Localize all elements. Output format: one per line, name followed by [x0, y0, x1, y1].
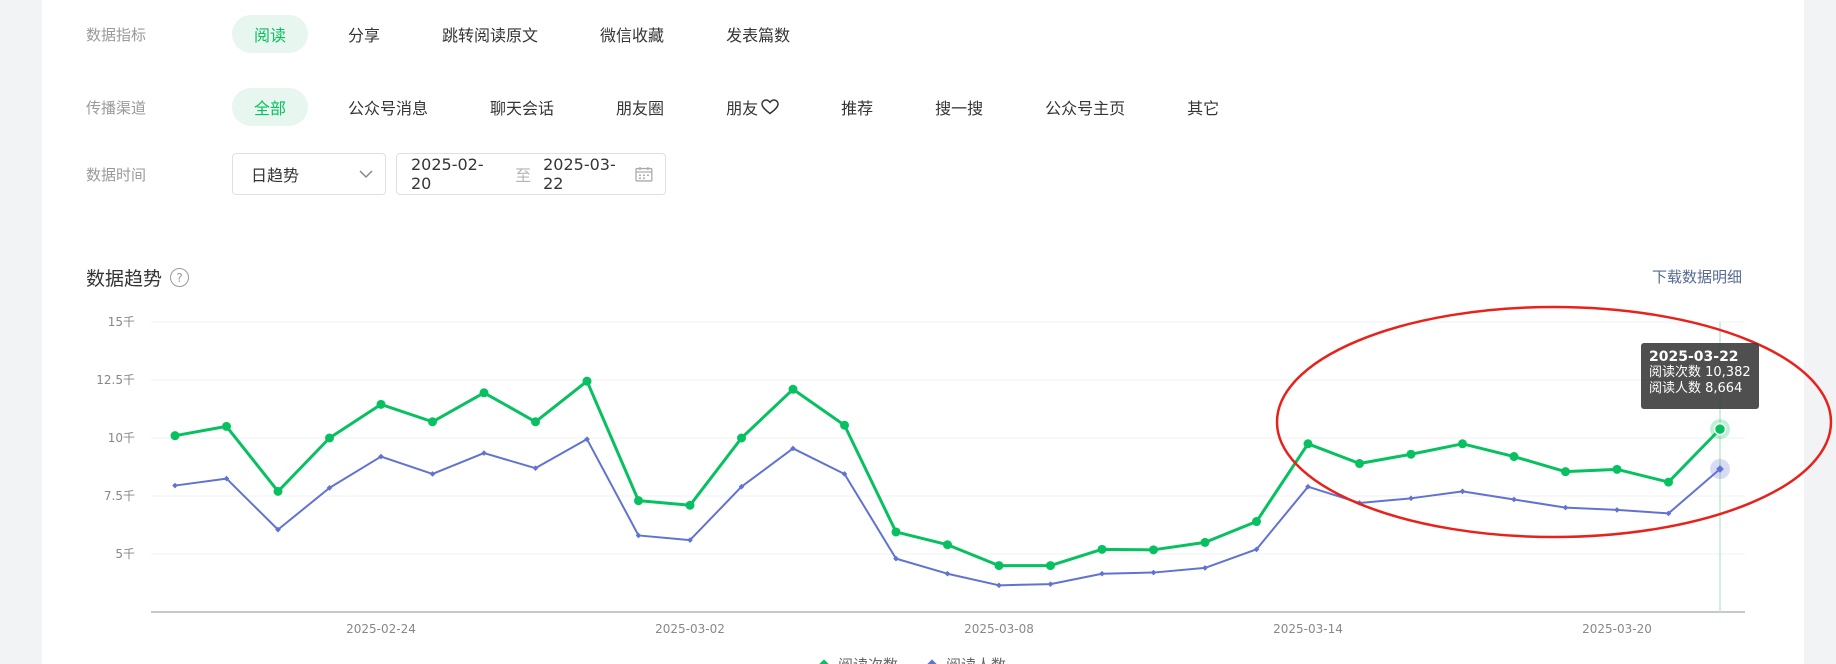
data-point-reads [1612, 464, 1622, 474]
data-point-reads [428, 417, 437, 427]
trend-chart: 5千 7.5千 10千 12.5千 15千 2025-02-24 2025-03-02 202… [96, 305, 1833, 636]
data-point-reads [1303, 439, 1313, 449]
y-tick-label: 10千 [108, 431, 135, 445]
data-point-readers [172, 482, 178, 489]
data-point-reads [994, 561, 1004, 571]
tooltip-reads: 阅读次数 10,382 [1649, 365, 1751, 380]
data-point-reads [685, 500, 695, 510]
data-point-reads [634, 496, 643, 506]
data-point-reads [325, 433, 334, 443]
data-point-reads [1509, 452, 1519, 462]
data-point-reads [840, 420, 849, 430]
legend-item-readers[interactable]: 阅读人数 [926, 654, 1006, 664]
chart-legend: 阅读次数 阅读人数 [818, 654, 1006, 664]
data-point-reads [1355, 459, 1364, 469]
x-tick-label: 2025-03-20 [1582, 622, 1652, 636]
data-point-readers [1562, 504, 1569, 511]
y-tick-label: 7.5千 [104, 489, 135, 503]
x-tick-label: 2025-02-24 [346, 622, 416, 636]
x-tick-label: 2025-03-02 [655, 622, 725, 636]
data-point-readers [1202, 565, 1208, 571]
data-point-reads [788, 384, 798, 394]
data-point-readers [1047, 581, 1054, 587]
data-point-reads [582, 376, 592, 386]
data-point-reads [1200, 537, 1210, 547]
legend-label-readers: 阅读人数 [946, 654, 1006, 664]
data-point-readers [481, 450, 487, 456]
data-point-reads [1406, 449, 1416, 459]
legend-item-reads[interactable]: 阅读次数 [818, 654, 898, 664]
data-point-reads [891, 527, 901, 537]
data-point-readers [1150, 569, 1157, 576]
data-point-reads [222, 421, 231, 431]
chart-tooltip: 2025-03-22 阅读次数 10,382 阅读人数 8,664 [1641, 343, 1759, 409]
data-point-reads [1561, 467, 1570, 477]
data-point-reads [737, 433, 746, 443]
series-line-1 [174, 438, 1721, 587]
data-point-reads [531, 417, 540, 427]
data-point-readers [429, 471, 436, 477]
data-point-reads [1149, 545, 1158, 555]
tooltip-date: 2025-03-22 [1649, 349, 1739, 365]
y-tick-label: 15千 [108, 315, 135, 329]
series-line-0 [174, 379, 1722, 568]
data-point-reads [273, 486, 283, 496]
x-tick-label: 2025-03-08 [964, 622, 1034, 636]
tooltip-readers: 阅读人数 8,664 [1649, 381, 1743, 396]
x-tick-label: 2025-03-14 [1273, 622, 1343, 636]
data-point-readers [1511, 496, 1517, 503]
data-point-reads [479, 388, 489, 398]
data-point-reads [170, 431, 180, 441]
legend-label-reads: 阅读次数 [838, 654, 898, 664]
data-point-reads [1097, 544, 1107, 554]
y-tick-label: 12.5千 [96, 373, 135, 387]
data-point-reads [943, 540, 952, 550]
data-point-readers [996, 582, 1002, 589]
y-tick-label: 5千 [115, 547, 135, 561]
data-point-reads [1713, 422, 1727, 436]
data-point-readers [944, 570, 951, 577]
data-point-reads [1046, 561, 1055, 571]
data-point-readers [1614, 507, 1620, 513]
data-point-readers [1459, 488, 1466, 495]
data-point-reads [1664, 477, 1673, 487]
data-point-readers [1099, 570, 1105, 577]
data-point-reads [376, 399, 386, 409]
data-point-reads [1252, 517, 1261, 527]
data-point-reads [1458, 439, 1467, 449]
